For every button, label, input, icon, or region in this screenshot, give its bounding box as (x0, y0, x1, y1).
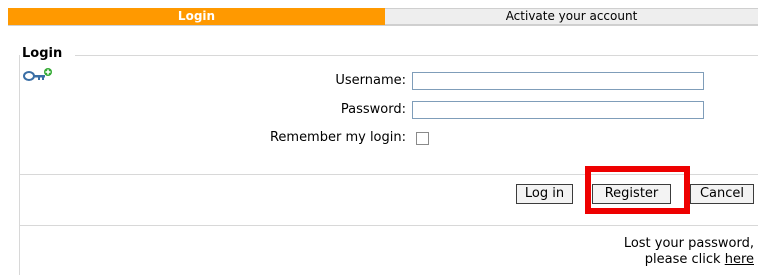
lost-password-line2: please click here (624, 252, 754, 268)
tab-login[interactable]: Login (8, 8, 385, 25)
legend-line (75, 55, 758, 56)
lost-password-link[interactable]: here (725, 252, 754, 267)
lost-password-prefix: please click (644, 252, 721, 267)
cancel-button[interactable]: Cancel (690, 184, 754, 204)
tab-underline (8, 25, 758, 26)
username-label: Username: (335, 73, 406, 88)
password-input[interactable] (412, 101, 704, 119)
lost-password-line1: Lost your password, (623, 236, 754, 251)
divider (19, 174, 758, 175)
lost-password-text: Lost your password, please click here (624, 236, 754, 268)
tab-bar: Login Activate your account (0, 8, 758, 26)
login-legend: Login (22, 46, 63, 61)
remember-login-label: Remember my login: (269, 130, 406, 145)
password-label: Password: (340, 102, 406, 117)
key-icon (23, 68, 52, 81)
register-button[interactable]: Register (592, 184, 671, 204)
divider (19, 225, 758, 226)
username-input[interactable] (412, 72, 704, 90)
login-button[interactable]: Log in (516, 184, 573, 204)
fieldset-border (19, 55, 20, 275)
tab-activate-account[interactable]: Activate your account (385, 8, 758, 25)
remember-login-checkbox[interactable] (416, 132, 429, 145)
